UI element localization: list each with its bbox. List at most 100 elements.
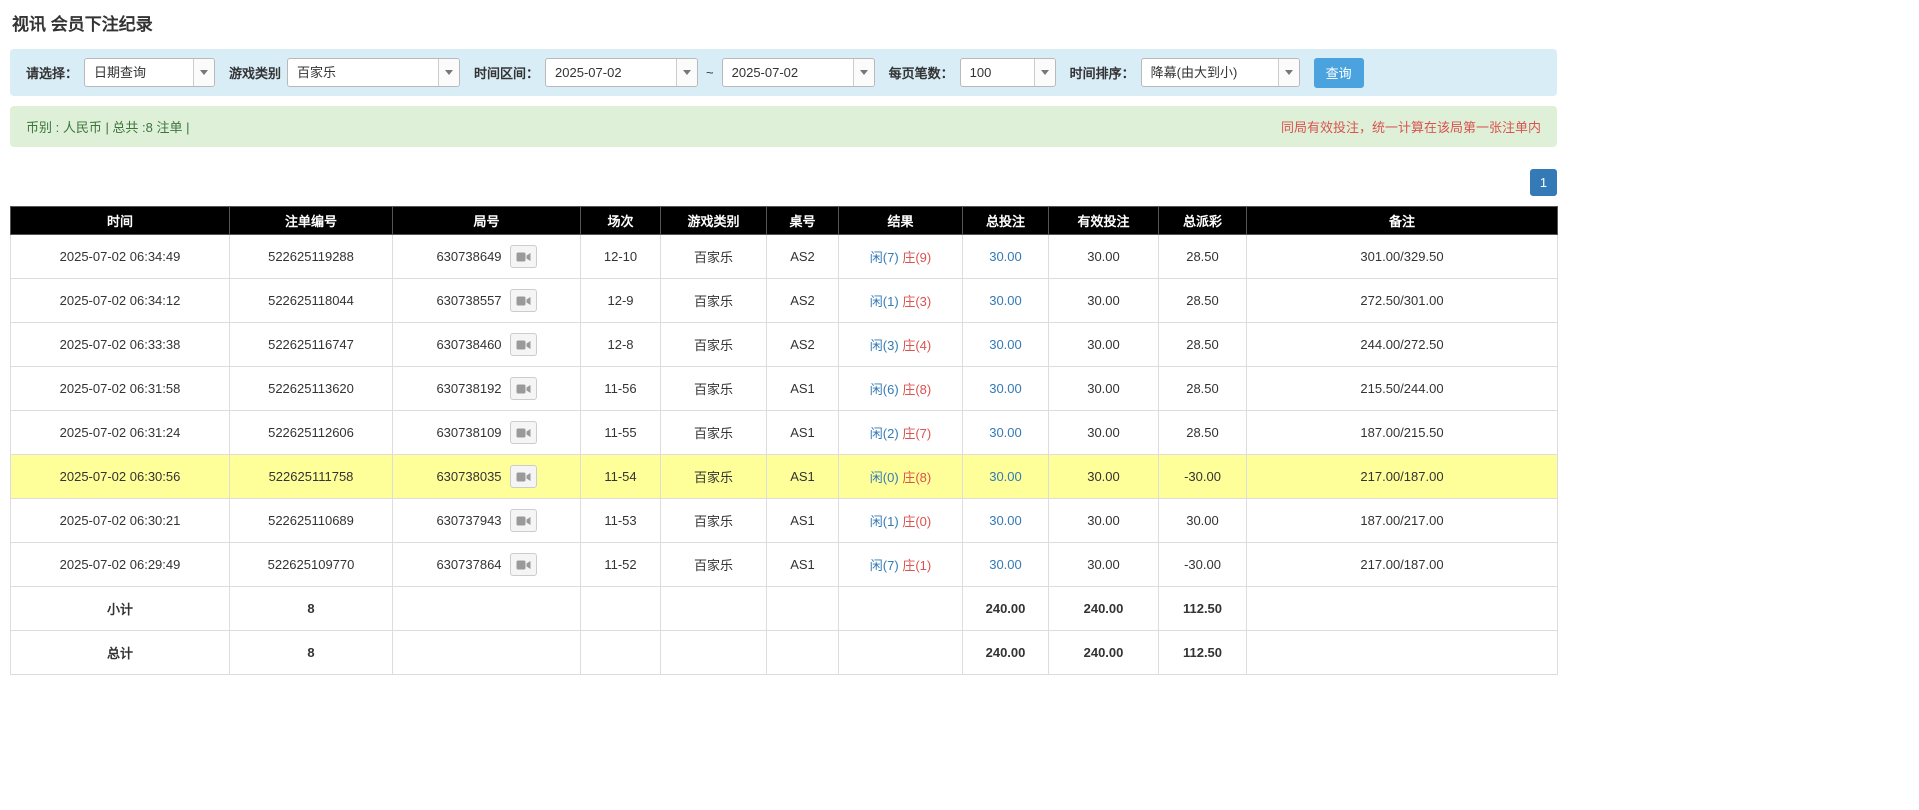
query-type-select[interactable]: 日期查询 [84,58,215,87]
total-bet-link[interactable]: 30.00 [989,381,1022,396]
cell-round-id: 630738035 [393,455,581,499]
query-type-value[interactable]: 日期查询 [85,59,193,86]
cell-result: 闲(1) 庄(0) [839,499,963,543]
video-replay-button[interactable] [510,245,537,268]
cell-total-bet: 30.00 [963,235,1049,279]
sort-order-select[interactable]: 降幕(由大到小) [1141,58,1300,87]
cell-round-id: 630737864 [393,543,581,587]
table-header: 时间注单编号局号场次游戏类别桌号结果总投注有效投注总派彩备注 [11,207,1558,235]
total-bet-link[interactable]: 30.00 [989,513,1022,528]
video-replay-button[interactable] [510,289,537,312]
cell-bet-id: 522625116747 [230,323,393,367]
column-header: 注单编号 [230,207,393,235]
cell-table-no: AS2 [767,235,839,279]
chevron-down-icon[interactable] [676,59,697,86]
valid-bet-notice-text: 同局有效投注，统一计算在该局第一张注单内 [1281,117,1541,136]
date-to-select[interactable]: 2025-07-02 [722,58,875,87]
cell-result: 闲(1) 庄(3) [839,279,963,323]
total-bet-link[interactable]: 30.00 [989,425,1022,440]
summary-cell [393,587,581,631]
summary-row: 总计8240.00240.00112.50 [11,631,1558,675]
summary-cell [661,587,767,631]
cell-total-bet: 30.00 [963,279,1049,323]
cell-total-bet: 30.00 [963,411,1049,455]
pagination-page-1[interactable]: 1 [1530,169,1557,196]
total-bet-link[interactable]: 30.00 [989,293,1022,308]
game-type-select[interactable]: 百家乐 [287,58,460,87]
total-bet-link[interactable]: 30.00 [989,337,1022,352]
game-type-value[interactable]: 百家乐 [288,59,438,86]
round-id-text: 630738460 [436,337,501,352]
video-camera-icon [516,251,531,263]
cell-time: 2025-07-02 06:30:56 [11,455,230,499]
cell-total-bet: 30.00 [963,543,1049,587]
video-camera-icon [516,339,531,351]
result-player: 闲(2) [870,426,899,441]
cell-game-type: 百家乐 [661,235,767,279]
cell-valid-bet: 30.00 [1049,455,1159,499]
table-row: 2025-07-02 06:33:38522625116747630738460… [11,323,1558,367]
chevron-down-icon[interactable] [438,59,459,86]
video-replay-button[interactable] [510,333,537,356]
result-player: 闲(3) [870,338,899,353]
chevron-down-icon[interactable] [1034,59,1055,86]
chevron-down-icon[interactable] [1278,59,1299,86]
date-to-value[interactable]: 2025-07-02 [723,59,853,86]
cell-remark: 244.00/272.50 [1247,323,1558,367]
video-replay-button[interactable] [510,465,537,488]
summary-cell: 8 [230,587,393,631]
sort-order-value[interactable]: 降幕(由大到小) [1142,59,1278,86]
chevron-down-icon[interactable] [853,59,874,86]
result-player: 闲(1) [870,514,899,529]
cell-round-id: 630738109 [393,411,581,455]
column-header: 时间 [11,207,230,235]
total-bet-link[interactable]: 30.00 [989,249,1022,264]
cell-table-no: AS1 [767,411,839,455]
page-size-value[interactable]: 100 [961,59,1034,86]
summary-cell: 112.50 [1159,631,1247,675]
cell-payout: -30.00 [1159,543,1247,587]
date-from-value[interactable]: 2025-07-02 [546,59,676,86]
summary-row: 小计8240.00240.00112.50 [11,587,1558,631]
cell-round-id: 630737943 [393,499,581,543]
result-banker: 庄(9) [902,250,931,265]
header-row: 时间注单编号局号场次游戏类别桌号结果总投注有效投注总派彩备注 [11,207,1558,235]
video-camera-icon [516,383,531,395]
summary-cell: 总计 [11,631,230,675]
column-header: 桌号 [767,207,839,235]
cell-result: 闲(2) 庄(7) [839,411,963,455]
video-replay-button[interactable] [510,421,537,444]
video-camera-icon [516,515,531,527]
cell-game-type: 百家乐 [661,411,767,455]
date-from-select[interactable]: 2025-07-02 [545,58,698,87]
cell-valid-bet: 30.00 [1049,499,1159,543]
total-bet-link[interactable]: 30.00 [989,469,1022,484]
chevron-down-icon[interactable] [193,59,214,86]
cell-remark: 217.00/187.00 [1247,543,1558,587]
result-player: 闲(7) [870,558,899,573]
cell-total-bet: 30.00 [963,323,1049,367]
video-replay-button[interactable] [510,377,537,400]
search-button[interactable]: 查询 [1314,58,1364,88]
cell-payout: 28.50 [1159,367,1247,411]
video-replay-button[interactable] [510,553,537,576]
video-camera-icon [516,427,531,439]
summary-cell [839,631,963,675]
sort-order-label: 时间排序： [1070,63,1135,82]
total-bet-link[interactable]: 30.00 [989,557,1022,572]
cell-round-id: 630738460 [393,323,581,367]
summary-cell: 240.00 [963,587,1049,631]
cell-valid-bet: 30.00 [1049,323,1159,367]
summary-cell: 小计 [11,587,230,631]
video-camera-icon [516,471,531,483]
summary-cell [661,631,767,675]
table-row: 2025-07-02 06:31:58522625113620630738192… [11,367,1558,411]
cell-bet-id: 522625113620 [230,367,393,411]
round-id-text: 630738192 [436,381,501,396]
column-header: 场次 [581,207,661,235]
summary-cell: 8 [230,631,393,675]
page-size-label: 每页笔数： [889,63,954,82]
video-replay-button[interactable] [510,509,537,532]
cell-valid-bet: 30.00 [1049,279,1159,323]
page-size-select[interactable]: 100 [960,58,1056,87]
